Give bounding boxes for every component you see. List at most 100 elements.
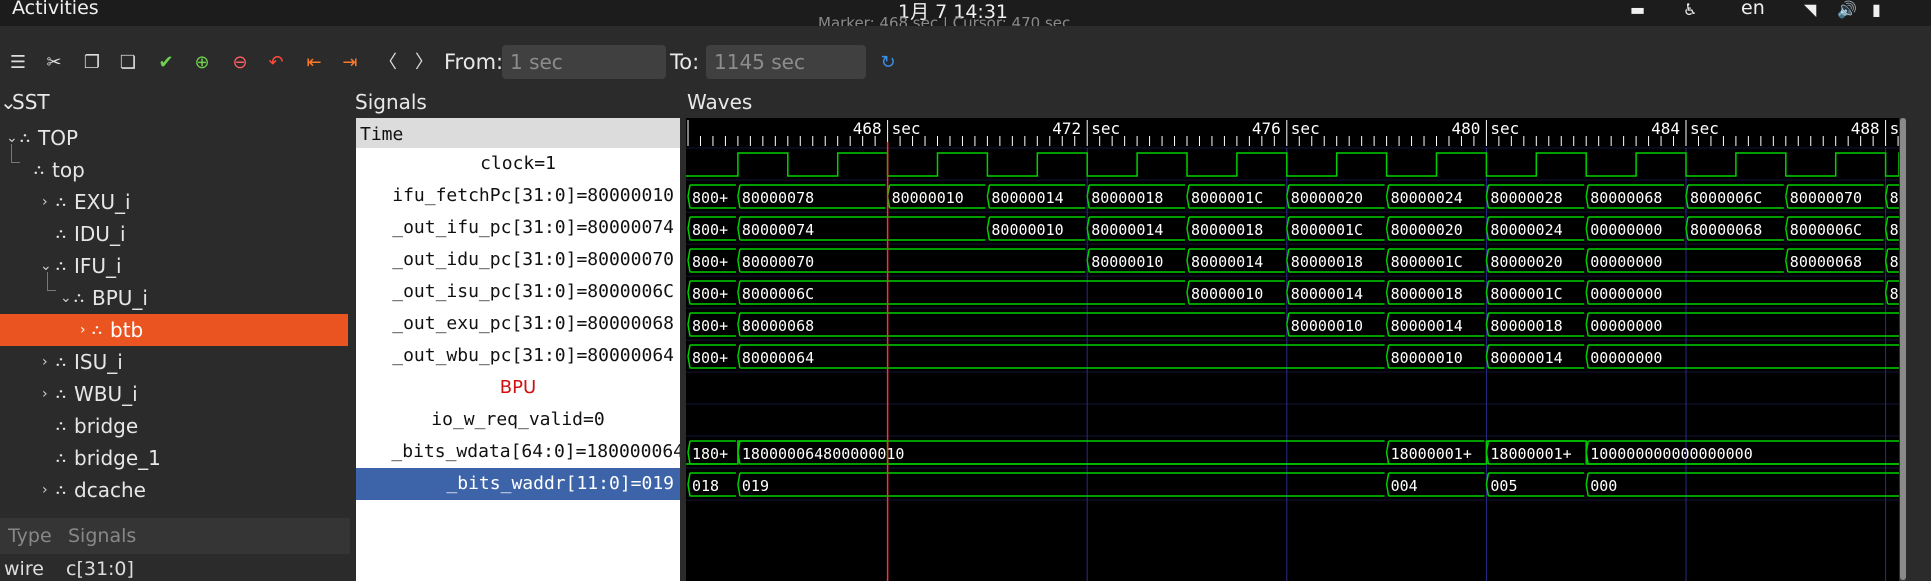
signal-name: c[31:0] — [66, 558, 134, 580]
bus-value-label: 80000014 — [991, 189, 1063, 207]
time-tick-label: 488 — [1851, 119, 1880, 138]
bus-value-label: 8000001C — [1391, 253, 1463, 271]
accessibility-icon[interactable]: ♿ — [1683, 1, 1697, 19]
bus-value-label: 800+ — [692, 349, 728, 367]
waves-header: Waves — [687, 90, 753, 114]
volume-icon[interactable]: 🔊 — [1837, 1, 1857, 19]
bus-value-label: 800+ — [692, 253, 728, 271]
menu-icon[interactable]: ☰ — [6, 52, 30, 74]
signal-row-wbu-pc[interactable]: _out_wbu_pc[31:0]=80000064 — [356, 340, 680, 372]
tree-item-label: btb — [110, 318, 144, 342]
select-all-icon[interactable]: ✔ — [154, 52, 178, 74]
tree-item-dcache[interactable]: › ⛬ dcache — [0, 474, 348, 506]
scrollbar-thumb[interactable] — [1900, 118, 1906, 580]
goto-end-icon[interactable]: ⇥ — [338, 52, 362, 74]
waves-panel[interactable]: 468 sec 472 sec 476 sec 480 sec 484 sec 488 sec 800+… — [686, 118, 1899, 581]
signals-column-header[interactable]: Signals — [68, 518, 136, 554]
bus-value-label: 80000020 — [1391, 221, 1463, 239]
from-label: From: — [444, 50, 504, 74]
tree-item-label: top — [52, 158, 85, 182]
cut-icon[interactable]: ✂ — [42, 52, 66, 74]
signal-row-ifu-pc[interactable]: _out_ifu_pc[31:0]=80000074 — [356, 212, 680, 244]
prev-edge-icon[interactable]: 〈 — [376, 52, 400, 74]
signal-row-waddr[interactable]: _bits_waddr[11:0]=019 — [356, 468, 680, 500]
signals-header: Signals — [355, 90, 427, 114]
tree-item-btb[interactable]: › ⛬ btb — [0, 314, 348, 346]
signal-row-wdata[interactable]: _bits_wdata[64:0]=180000064 — [356, 436, 680, 468]
battery-icon[interactable]: ▮ — [1872, 1, 1881, 19]
bus-value-label: 80000014 — [1191, 253, 1263, 271]
waves-scrollbar[interactable] — [1900, 118, 1906, 581]
module-icon: ⛬ — [56, 418, 66, 434]
copy-icon[interactable]: ❐ — [80, 52, 104, 74]
time-tick-unit: sec — [1690, 119, 1719, 138]
to-time-field[interactable]: 1145 sec — [706, 45, 866, 79]
undo-icon[interactable]: ↶ — [264, 52, 288, 74]
signal-value: io_w_req_valid=0 — [431, 409, 605, 430]
signal-value: _bits_wdata[64:0]=180000064 — [391, 441, 680, 462]
tree-item-bridge-1[interactable]: ⛬ bridge_1 — [0, 442, 348, 474]
signal-value: ifu_fetchPc[31:0]=80000010 — [392, 185, 674, 206]
signal-row-clock[interactable]: clock=1 — [356, 148, 680, 180]
chevron-right-icon[interactable]: › — [42, 346, 48, 378]
tree-item-idu[interactable]: ⛬ IDU_i — [0, 218, 348, 250]
paste-icon[interactable]: ❏ — [116, 52, 140, 74]
time-tick-unit: sec — [1890, 119, 1899, 138]
wifi-icon[interactable]: ◥ — [1804, 1, 1816, 19]
tree-item-exu[interactable]: › ⛬ EXU_i — [0, 186, 348, 218]
reload-icon[interactable]: ↻ — [876, 52, 900, 74]
signal-row-w-req-valid[interactable]: io_w_req_valid=0 — [356, 404, 680, 436]
bus-value-label: 80000018 — [1391, 285, 1463, 303]
zoom-in-icon[interactable]: ⊕ — [190, 52, 214, 74]
signals-panel: Time clock=1 ifu_fetchPc[31:0]=80000010 … — [356, 118, 680, 581]
to-label: To: — [670, 50, 700, 74]
bus-segment — [1585, 472, 1899, 497]
tree-item-label: WBU_i — [74, 382, 138, 406]
signal-row-exu-pc[interactable]: _out_exu_pc[31:0]=80000068 — [356, 308, 680, 340]
bus-value-label: 018 — [692, 477, 719, 495]
signal-row-idu-pc[interactable]: _out_idu_pc[31:0]=80000070 — [356, 244, 680, 276]
activities-button[interactable]: Activities — [12, 0, 99, 19]
zoom-out-icon[interactable]: ⊖ — [228, 52, 252, 74]
tree-item-bridge[interactable]: ⛬ bridge — [0, 410, 348, 442]
bus-segment — [737, 344, 1385, 369]
tree-item-wbu[interactable]: › ⛬ WBU_i — [0, 378, 348, 410]
type-column-header[interactable]: Type — [8, 518, 52, 554]
bus-value-label: 180+ — [692, 445, 728, 463]
tree-item-bpu[interactable]: ⌄ ⛬ BPU_i — [0, 282, 348, 314]
signal-value: _out_idu_pc[31:0]=80000070 — [392, 249, 674, 270]
language-indicator[interactable]: en — [1741, 0, 1765, 19]
bus-value-label: 800000 — [1890, 189, 1899, 207]
module-icon: ⛬ — [92, 322, 102, 338]
bus-value-label: 80000010 — [1391, 349, 1463, 367]
chevron-right-icon[interactable]: › — [42, 378, 48, 410]
bus-value-label: 80000014 — [1490, 349, 1562, 367]
bus-value-label: 00000000 — [1590, 349, 1662, 367]
signal-row-fetchpc[interactable]: ifu_fetchPc[31:0]=80000010 — [356, 180, 680, 212]
next-edge-icon[interactable]: 〉 — [412, 52, 436, 74]
tree-item-top-root[interactable]: ⌄ ⛬ TOP — [0, 122, 348, 154]
bus-value-label: 00000000 — [1590, 317, 1662, 335]
chevron-down-icon[interactable]: ⌄ — [60, 282, 72, 314]
chevron-right-icon[interactable]: › — [42, 186, 48, 218]
signal-row-isu-pc[interactable]: _out_isu_pc[31:0]=8000006C — [356, 276, 680, 308]
bus-value-label: 8000001C — [1291, 221, 1363, 239]
time-tick-label: 484 — [1651, 119, 1680, 138]
goto-start-icon[interactable]: ⇤ — [302, 52, 326, 74]
screen-icon[interactable]: ▬ — [1630, 1, 1645, 19]
chevron-right-icon[interactable]: › — [42, 474, 48, 506]
signal-comment-bpu[interactable]: BPU — [356, 372, 680, 404]
toolbar — [0, 26, 1931, 100]
tree-item-isu[interactable]: › ⛬ ISU_i — [0, 346, 348, 378]
bus-value-label: 800+ — [692, 285, 728, 303]
waveform-canvas[interactable]: 468 sec 472 sec 476 sec 480 sec 484 sec 488 sec 800+… — [686, 118, 1899, 581]
bus-value-label: 80000010 — [991, 221, 1063, 239]
chevron-right-icon[interactable]: › — [80, 314, 86, 346]
tree-item-label: bridge — [74, 414, 139, 438]
bus-value-label: 019 — [742, 477, 769, 495]
from-time-field[interactable]: 1 sec — [502, 45, 666, 79]
bus-value-label: 80000024 — [1391, 189, 1463, 207]
pane-divider[interactable] — [350, 100, 355, 581]
time-tick-label: 476 — [1252, 119, 1281, 138]
tree-item-top[interactable]: . ⛬ top — [0, 154, 348, 186]
